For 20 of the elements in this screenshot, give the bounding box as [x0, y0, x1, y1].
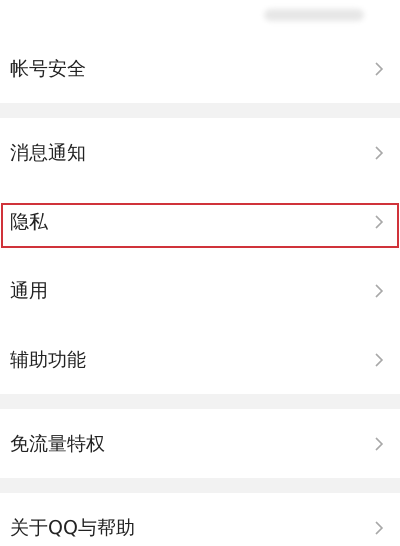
- settings-row[interactable]: 通用: [0, 256, 400, 325]
- chevron-icon: [374, 144, 384, 160]
- chevron-icon: [374, 436, 384, 452]
- chevron-icon: [374, 520, 384, 536]
- settings-label: 隐私: [10, 210, 48, 234]
- settings-row[interactable]: 消息通知: [0, 118, 400, 187]
- chevron-icon: [374, 352, 384, 368]
- settings-label: 通用: [10, 278, 48, 304]
- settings-row[interactable]: 隐私: [0, 187, 400, 256]
- chevron-icon: [374, 214, 384, 230]
- settings-row[interactable]: 辅助功能: [0, 325, 400, 394]
- settings-label: 辅助功能: [10, 348, 86, 372]
- settings-label: 免流量特权: [10, 432, 105, 456]
- chevron-icon: [374, 60, 384, 76]
- settings-label: 帐号安全: [10, 56, 86, 82]
- settings-label: 关于QQ与帮助: [10, 516, 135, 540]
- settings-row[interactable]: 免流量特权: [0, 409, 400, 478]
- settings-label: 消息通知: [10, 140, 86, 166]
- chevron-icon: [374, 282, 384, 298]
- settings-row[interactable]: 关于QQ与帮助: [0, 493, 400, 546]
